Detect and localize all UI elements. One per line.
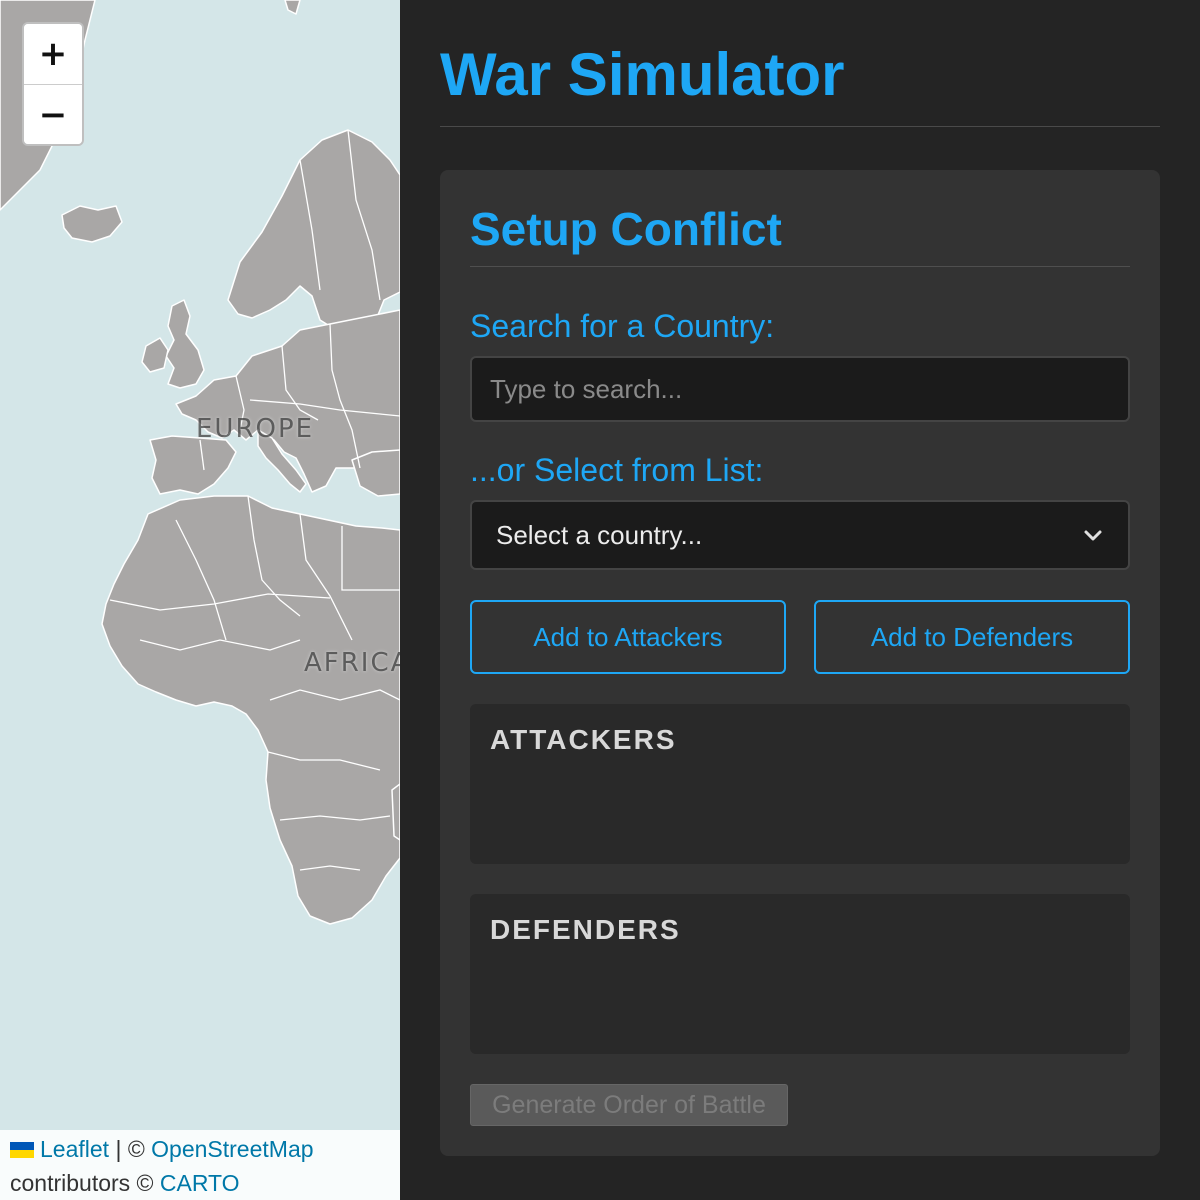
map-label-africa: AFRICA bbox=[304, 648, 400, 678]
attribution-contributors: contributors © bbox=[10, 1170, 160, 1196]
country-select-value: Select a country... bbox=[496, 519, 703, 550]
map-label-europe: EUROPE bbox=[196, 414, 315, 444]
iceland-shape bbox=[61, 205, 123, 243]
country-select[interactable]: Select a country... bbox=[470, 500, 1130, 570]
zoom-control: + − bbox=[22, 22, 84, 146]
generate-order-of-battle-button[interactable]: Generate Order of Battle bbox=[470, 1084, 788, 1126]
country-search-input[interactable] bbox=[470, 356, 1130, 422]
setup-conflict-title: Setup Conflict bbox=[470, 203, 782, 255]
carto-link[interactable]: CARTO bbox=[160, 1170, 240, 1196]
defenders-box: DEFENDERS bbox=[470, 894, 1130, 1054]
title-divider bbox=[440, 126, 1160, 127]
attackers-title: ATTACKERS bbox=[490, 724, 677, 755]
ukraine-flag-icon bbox=[10, 1142, 34, 1158]
africa-shape bbox=[101, 495, 400, 925]
setup-conflict-card: Setup Conflict Search for a Country: ...… bbox=[440, 170, 1160, 1156]
sidebar: War Simulator Setup Conflict Search for … bbox=[400, 0, 1200, 1200]
add-to-attackers-button[interactable]: Add to Attackers bbox=[470, 600, 786, 674]
attackers-box: ATTACKERS bbox=[470, 704, 1130, 864]
anatolia-shape bbox=[351, 449, 400, 497]
scandinavia-shape bbox=[227, 129, 400, 337]
map-land[interactable] bbox=[0, 0, 400, 1200]
app-title: War Simulator bbox=[440, 41, 845, 108]
zoom-out-button[interactable]: − bbox=[24, 84, 82, 144]
openstreetmap-link[interactable]: OpenStreetMap bbox=[151, 1136, 313, 1162]
map-attribution: Leaflet | © OpenStreetMap contributors © … bbox=[0, 1130, 400, 1200]
card-divider bbox=[470, 266, 1130, 267]
great-britain-shape bbox=[165, 299, 205, 389]
zoom-in-button[interactable]: + bbox=[24, 24, 82, 84]
chevron-down-icon bbox=[1084, 530, 1102, 541]
map-panel[interactable]: EUROPE AFRICA + − Leaflet | © OpenStreet… bbox=[0, 0, 400, 1200]
add-to-defenders-button[interactable]: Add to Defenders bbox=[814, 600, 1130, 674]
leaflet-link[interactable]: Leaflet bbox=[40, 1136, 109, 1162]
select-label: ...or Select from List: bbox=[470, 452, 764, 488]
search-label: Search for a Country: bbox=[470, 308, 775, 344]
attribution-separator: | © bbox=[109, 1136, 152, 1162]
madagascar-shape bbox=[391, 783, 400, 841]
defenders-title: DEFENDERS bbox=[490, 914, 681, 945]
ireland-shape bbox=[141, 337, 169, 373]
iberia-shape bbox=[149, 435, 237, 495]
greenland-islet bbox=[284, 0, 301, 15]
